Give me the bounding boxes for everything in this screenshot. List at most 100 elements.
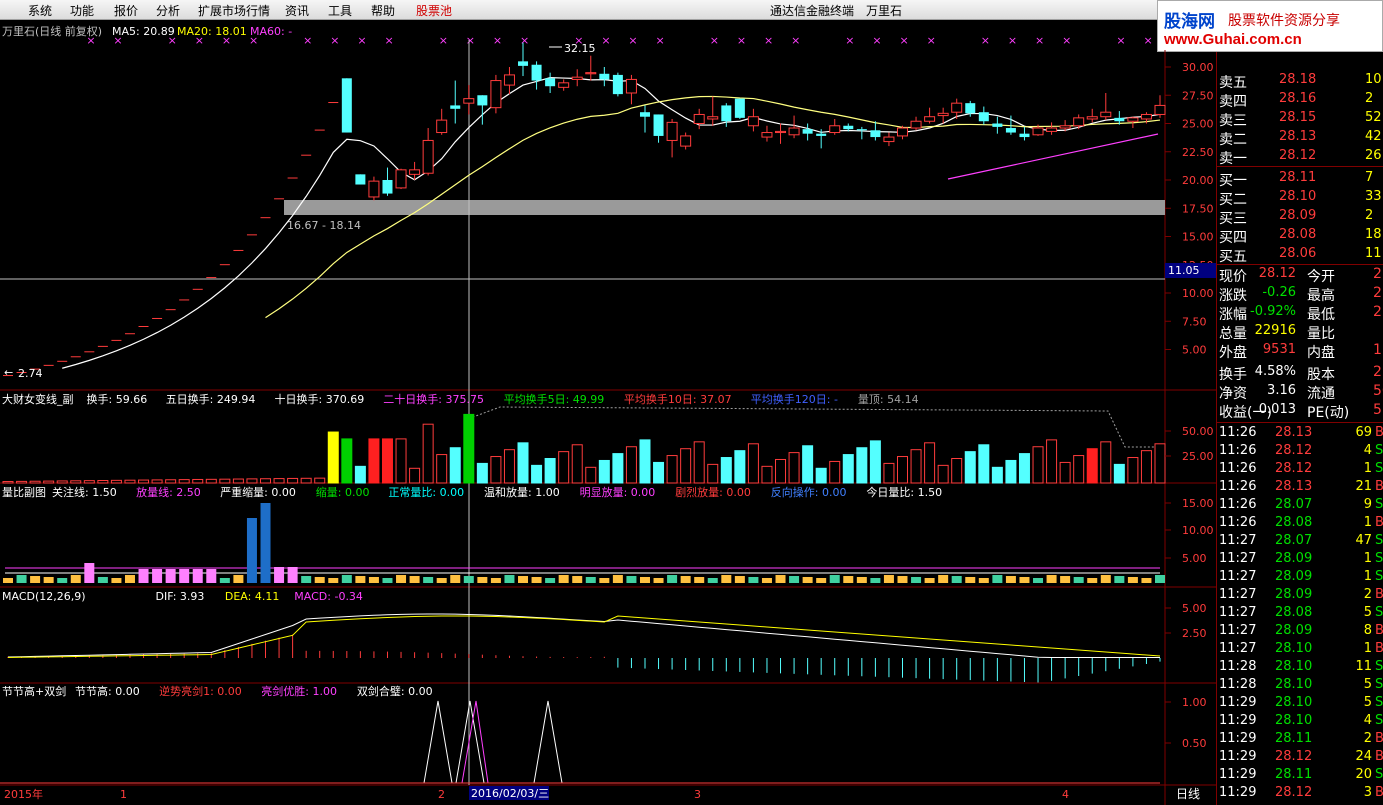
volume-bar [490,456,502,484]
ratio-bar [639,577,650,583]
tick-cell: S [1375,497,1383,512]
candle-body [1086,116,1098,120]
ratio-bar [680,576,691,583]
volume-bar [598,459,610,484]
menu-help[interactable]: 帮助 [371,2,395,19]
tick-cell: 1 [1363,641,1372,656]
tick-cell: 11:27 [1219,551,1257,566]
ratio-bar [911,577,922,583]
candle-body [896,127,908,137]
ratio-bar [260,503,271,583]
volume-bar [2,481,14,484]
menu-stock-pool[interactable]: 股票池 [416,2,452,19]
signal-x: × [195,34,204,47]
ratio-bar [477,577,488,583]
ratio-bar [43,577,54,583]
candle-body [138,325,149,327]
ratio-bar [396,575,407,583]
ma60-line [947,133,1159,180]
ratio-bar [368,577,379,583]
ratio-bar [314,577,325,583]
panel-indicator: 明显放量: 0.00 [580,485,656,499]
ob-volume: 2 [1365,91,1374,106]
tick-cell: S [1375,461,1383,476]
menu-function[interactable]: 功能 [70,2,94,19]
y-tick-label: 0.50 [1182,737,1207,750]
tick-cell: 5 [1363,677,1372,692]
ob-label: 买四 [1219,230,1247,246]
ob-price: 28.09 [1279,208,1317,223]
tick-cell: S [1375,767,1383,782]
period-button[interactable]: 日线 [1176,787,1200,801]
tick-cell: 28.09 [1275,569,1313,584]
quote-cell: 最高 [1307,288,1335,304]
sell-level: 卖五 28.18 10 [1217,71,1383,91]
y-tick-label: 2.50 [1182,627,1207,640]
ratio-bar [274,567,285,583]
candle-body [328,102,339,104]
volume-bar [354,465,366,484]
volume-bar [43,480,55,484]
volume-bar [775,458,787,484]
ratio-bar [246,518,257,583]
window-stock-name: 万里石 [866,4,903,18]
candle-body [314,129,325,131]
volume-bar [788,452,800,484]
candle-body [545,78,556,87]
y-tick-label: 17.50 [1182,202,1214,215]
candle-body [992,123,1003,127]
volume-bar [395,438,407,484]
quote-row: 换手 4.58% 股本 2. [1217,363,1383,383]
chart-area[interactable]: 万里石(日线 前复权) MA5: 20.89 MA20: 18.01 MA60:… [0,20,1216,805]
candle-body [274,198,285,200]
tick-row: 11:27 28.09 1 S [1217,568,1383,586]
ratio-bar [1127,577,1138,583]
menu-quote[interactable]: 报价 [114,2,138,19]
tick-cell: 69 [1355,425,1372,440]
tick-cell: 28.11 [1275,731,1313,746]
candle-body [111,339,122,341]
candle-body [450,105,461,109]
panel-indicator: DEA: 4.11 [225,590,279,603]
candle-body [165,309,176,311]
tick-row: 11:27 28.07 47 S [1217,532,1383,550]
ratio-bar [490,578,501,583]
candle-body [301,154,312,156]
ratio-bar [761,578,772,583]
candle-body [287,177,298,179]
ratio-bar [734,576,745,583]
ratio-bar [450,575,461,583]
ratio-bar [328,578,339,583]
volume-bar [531,464,543,484]
quote-cell: 50 [1373,383,1383,399]
volume-bar [368,438,380,484]
menu-extended-market[interactable]: 扩展市场行情 [198,2,270,19]
tick-cell: 11:26 [1219,461,1257,476]
quote-cell: PE(动) [1307,405,1350,421]
tick-cell: 28.11 [1275,767,1313,782]
signal-x: × [845,34,854,47]
ob-price: 28.18 [1279,72,1317,87]
tick-cell: S [1375,569,1383,584]
volume-bar [205,478,217,484]
quote-cell: 2 [1373,304,1382,320]
dea-line [7,615,1161,658]
panel-indicator: 亮剑优胜: 1.00 [261,684,337,698]
signal-x: × [493,34,502,47]
volume-bar [951,458,963,484]
menu-system[interactable]: 系统 [28,2,52,19]
panel-indicator: 剧烈放量: 0.00 [675,485,751,499]
volume-bar [707,463,719,484]
ratio-bar [667,575,678,583]
panel-indicator: 正常量比: 0.00 [388,486,464,499]
menu-analysis[interactable]: 分析 [156,2,180,19]
menu-tools[interactable]: 工具 [328,2,352,19]
candle-body [870,130,881,138]
candle-body [775,130,787,134]
ratio-bar [1087,578,1098,583]
tick-cell: 11:27 [1219,623,1257,638]
candle-body [1114,117,1125,122]
menu-news[interactable]: 资讯 [285,2,309,19]
y-tick-label: 5.00 [1182,552,1207,565]
candle-body [721,105,732,122]
